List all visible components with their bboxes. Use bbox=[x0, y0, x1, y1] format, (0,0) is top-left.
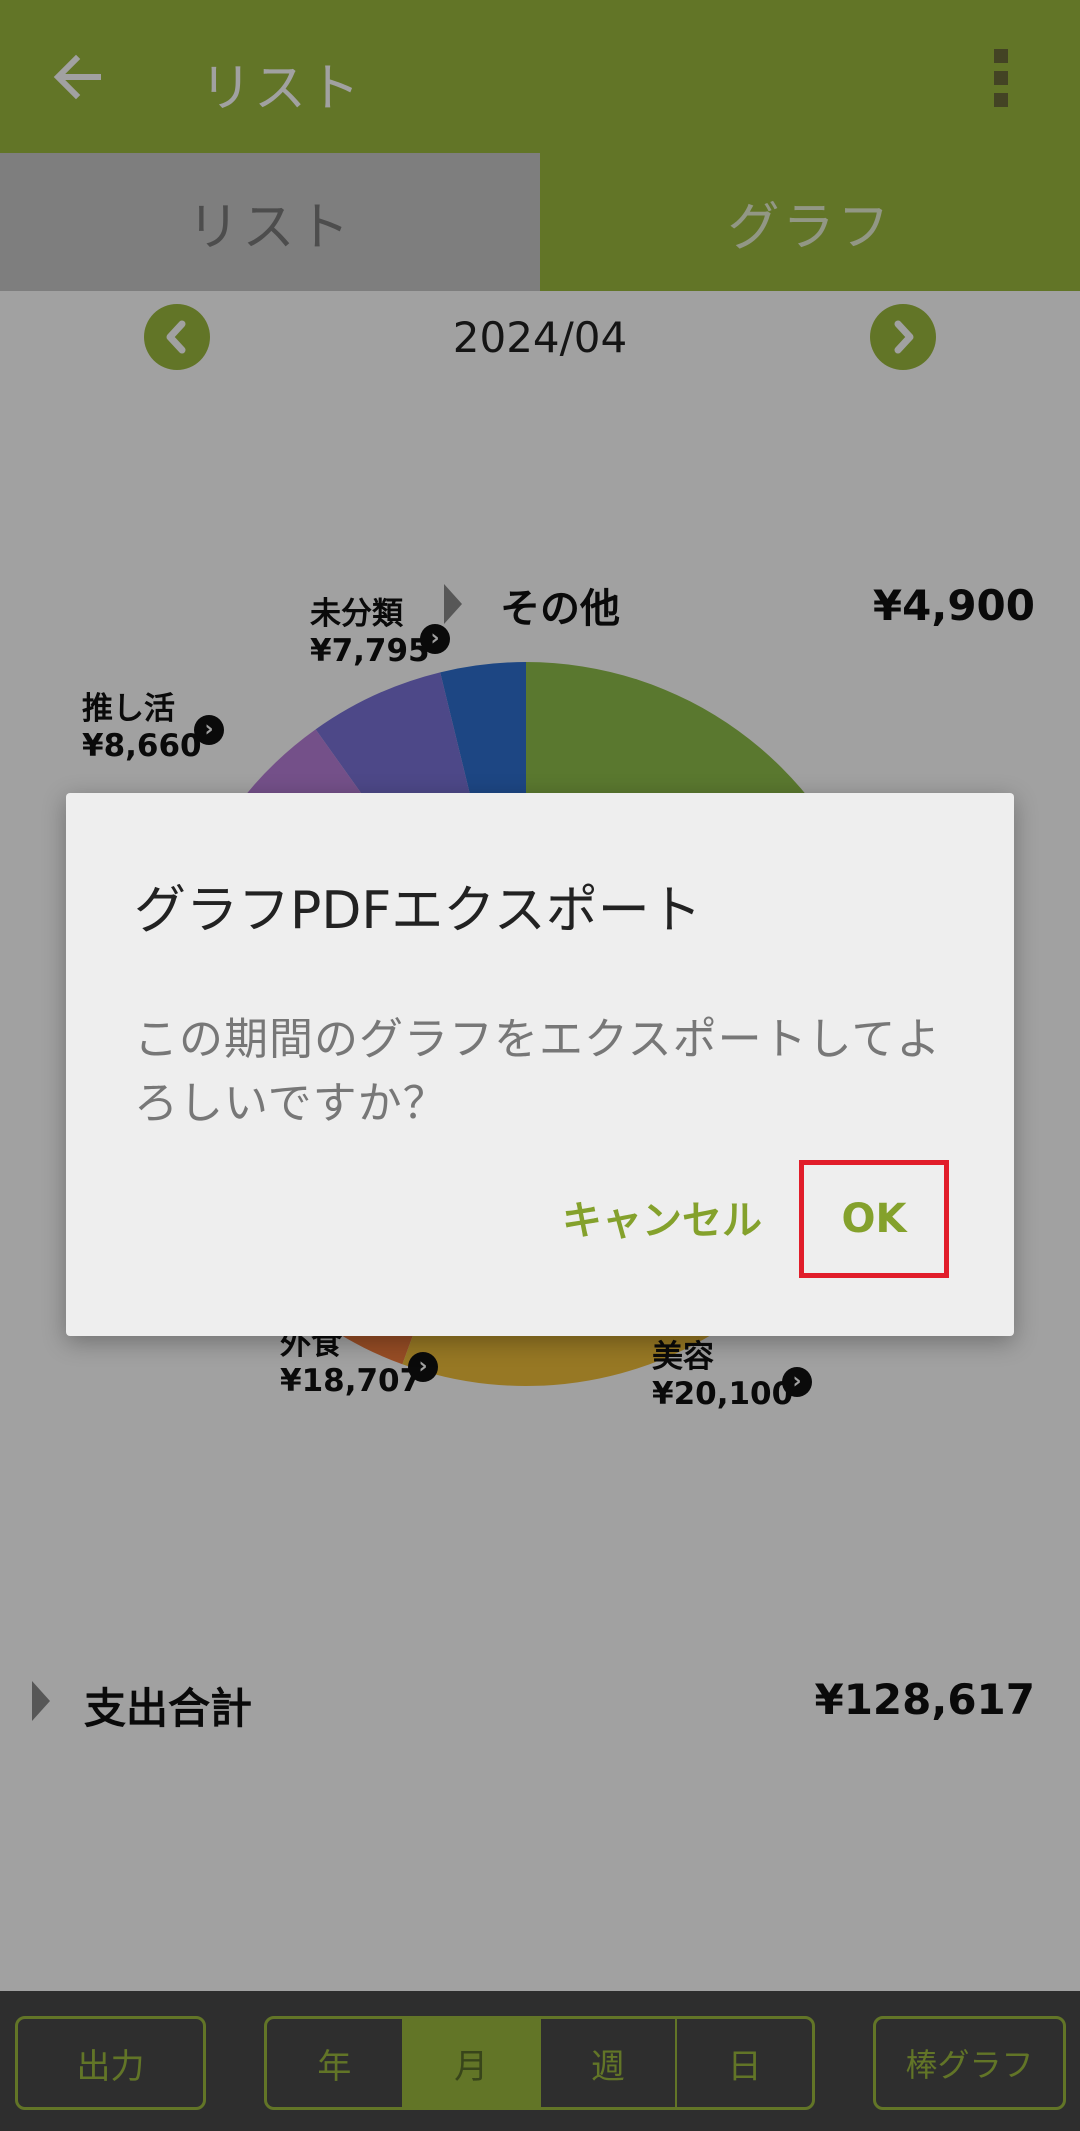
dialog-message: この期間のグラフをエクスポートしてよろしいですか？ bbox=[134, 1014, 942, 1129]
dialog-title: グラフPDFエクスポート bbox=[134, 881, 702, 941]
cancel-button[interactable]: キャンセル bbox=[562, 1188, 762, 1246]
export-dialog: グラフPDFエクスポート この期間のグラフをエクスポートしてよろしいですか？ キ… bbox=[66, 793, 1014, 1336]
ok-button[interactable]: OK bbox=[799, 1160, 949, 1278]
